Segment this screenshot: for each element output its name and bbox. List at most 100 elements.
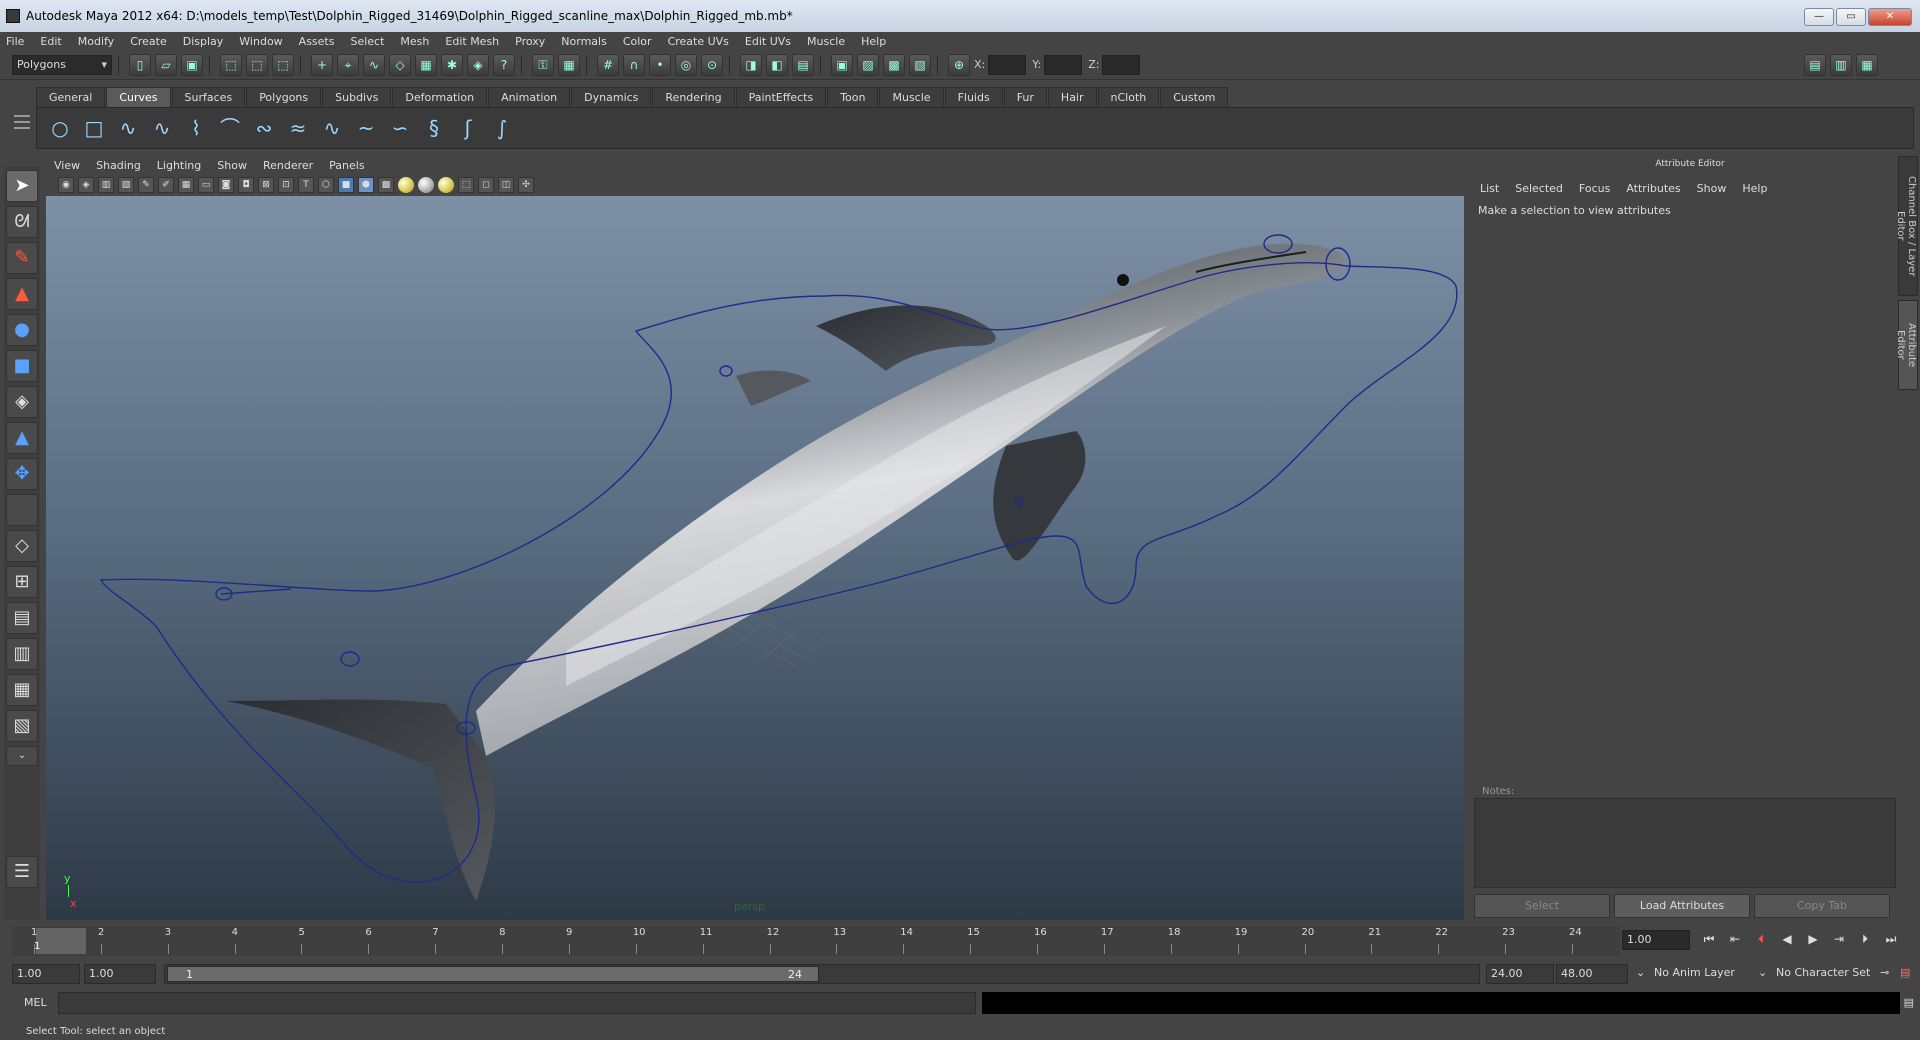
show-tool-settings-icon[interactable]: ▥ (1830, 54, 1852, 76)
menu-set-select[interactable]: Polygons (12, 54, 112, 75)
tool-box-collapse-icon[interactable]: ☰ (6, 856, 38, 888)
two-d-pan-zoom-icon[interactable]: ✎ (138, 177, 154, 193)
last-tool-icon[interactable] (6, 494, 38, 526)
menu-select[interactable]: Select (350, 35, 384, 48)
attr-menu-show[interactable]: Show (1697, 182, 1727, 195)
select-hierarchy-icon[interactable]: ⬚ (220, 53, 242, 76)
go-to-end-icon[interactable]: ⏭ (1878, 932, 1904, 947)
shelf-tab-dynamics[interactable]: Dynamics (571, 87, 652, 107)
attach-curves-icon[interactable]: ∾ (249, 113, 279, 143)
pencil-curve-tool-icon[interactable]: ⌇ (181, 113, 211, 143)
select-button[interactable]: Select (1474, 894, 1610, 918)
high-quality-lighting-icon[interactable] (438, 177, 454, 193)
film-gate-icon[interactable]: ▭ (198, 177, 214, 193)
shelf-menu-handle[interactable] (14, 115, 30, 145)
select-tool-icon[interactable]: ➤ (6, 170, 38, 202)
offset-curve-icon[interactable]: ∽ (385, 113, 415, 143)
insert-knot-icon[interactable]: ∿ (317, 113, 347, 143)
construction-history-icon[interactable]: ▤ (792, 53, 814, 76)
panel-menu-panels[interactable]: Panels (329, 159, 364, 172)
cv-curve-tool-icon[interactable]: ∿ (113, 113, 143, 143)
minimize-button[interactable]: — (1804, 8, 1834, 26)
grease-pencil-icon[interactable]: ✐ (158, 177, 174, 193)
panel-menu-lighting[interactable]: Lighting (157, 159, 201, 172)
shelf-tab-muscle[interactable]: Muscle (879, 87, 944, 107)
attr-menu-help[interactable]: Help (1742, 182, 1767, 195)
universal-manipulator-icon[interactable]: ◈ (6, 386, 38, 418)
perspective-viewport[interactable]: y x persp (46, 196, 1464, 920)
mask-surfaces-icon[interactable]: ◇ (389, 53, 411, 76)
scale-tool-icon[interactable]: ■ (6, 350, 38, 382)
gate-mask-icon[interactable]: ◘ (238, 177, 254, 193)
dolphin-dorsal-fin[interactable] (816, 305, 996, 371)
playback-end-field[interactable]: 24.00 (1486, 964, 1554, 984)
extend-curve-icon[interactable]: ~ (351, 113, 381, 143)
menu-color[interactable]: Color (623, 35, 652, 48)
move-tool-icon[interactable]: ▲ (6, 278, 38, 310)
shelf-tab-ncloth[interactable]: nCloth (1097, 87, 1160, 107)
menu-modify[interactable]: Modify (78, 35, 114, 48)
hypershade-persp-layout-icon[interactable]: ▦ (6, 674, 38, 706)
single-perspective-layout-icon[interactable]: ◇ (6, 530, 38, 562)
menu-window[interactable]: Window (239, 35, 282, 48)
shelf-tab-hair[interactable]: Hair (1047, 87, 1097, 107)
menu-help[interactable]: Help (861, 35, 886, 48)
paint-select-tool-icon[interactable]: ✎ (6, 242, 38, 274)
animation-preferences-icon[interactable]: ▤ (1900, 966, 1910, 979)
layout-menu-icon[interactable]: ⌄ (6, 746, 38, 766)
anim-layer-dropdown-arrow[interactable]: ⌄ (1636, 966, 1645, 979)
menu-display[interactable]: Display (183, 35, 224, 48)
dolphin-pectoral-fin[interactable] (993, 431, 1086, 561)
mask-misc-icon[interactable]: ? (493, 53, 515, 76)
ep-curve-tool-icon[interactable]: ∿ (147, 113, 177, 143)
menu-mesh[interactable]: Mesh (400, 35, 429, 48)
shelf-tab-general[interactable]: General (36, 87, 106, 107)
anim-layer-label[interactable]: No Anim Layer (1654, 966, 1735, 979)
y-field[interactable] (1044, 54, 1083, 75)
rebuild-curve-icon[interactable]: § (419, 113, 449, 143)
make-live-icon[interactable]: ⊙ (701, 53, 723, 76)
shelf-tab-deformation[interactable]: Deformation (392, 87, 488, 107)
snap-view-plane-icon[interactable]: ◎ (675, 53, 697, 76)
mask-joints-icon[interactable]: ⌖ (337, 53, 359, 76)
safe-action-icon[interactable]: ⊡ (278, 177, 294, 193)
mask-rendering-icon[interactable]: ◈ (467, 53, 489, 76)
step-back-frame-icon[interactable]: ⏴ (1748, 932, 1774, 947)
shelf-tab-painteffects[interactable]: PaintEffects (735, 87, 827, 107)
animation-end-field[interactable]: 48.00 (1556, 964, 1628, 984)
panel-menu-view[interactable]: View (54, 159, 80, 172)
attr-menu-focus[interactable]: Focus (1579, 182, 1610, 195)
dolphin-far-fin[interactable] (736, 370, 811, 406)
animation-start-field[interactable]: 1.00 (12, 964, 80, 984)
step-forward-frame-icon[interactable]: ⏵ (1852, 932, 1878, 947)
mask-dynamics-icon[interactable]: ✱ (441, 53, 463, 76)
panel-menu-show[interactable]: Show (217, 159, 247, 172)
circle-curve-icon[interactable]: ○ (45, 113, 75, 143)
save-scene-icon[interactable]: ▣ (181, 53, 203, 76)
attribute-editor-tab[interactable]: Attribute Editor (1895, 300, 1918, 390)
open-scene-icon[interactable]: ▱ (155, 53, 177, 76)
image-plane-icon[interactable]: ▧ (118, 177, 134, 193)
square-curve-icon[interactable]: □ (79, 113, 109, 143)
show-attribute-editor-icon[interactable]: ▤ (1804, 54, 1826, 76)
command-language-label[interactable]: MEL (24, 996, 47, 1009)
new-scene-icon[interactable]: ▯ (129, 53, 151, 76)
add-points-tool-icon[interactable]: ʃ (453, 113, 483, 143)
snap-curve-icon[interactable]: ∩ (623, 53, 645, 76)
menu-proxy[interactable]: Proxy (515, 35, 545, 48)
lasso-tool-icon[interactable]: ᘛ (6, 206, 38, 238)
shelf-tab-fur[interactable]: Fur (1003, 87, 1047, 107)
mask-handles-icon[interactable]: + (311, 53, 333, 76)
show-channel-box-icon[interactable]: ▦ (1856, 54, 1878, 76)
render-view-icon[interactable]: ▣ (831, 53, 853, 76)
z-field[interactable] (1102, 54, 1141, 75)
character-set-dropdown-arrow[interactable]: ⌄ (1758, 966, 1767, 979)
load-attributes-button[interactable]: Load Attributes (1614, 894, 1750, 918)
four-view-layout-icon[interactable]: ⊞ (6, 566, 38, 598)
select-object-icon[interactable]: ⬚ (246, 53, 268, 76)
menu-assets[interactable]: Assets (299, 35, 335, 48)
copy-tab-button[interactable]: Copy Tab (1754, 894, 1890, 918)
attr-menu-attributes[interactable]: Attributes (1626, 182, 1680, 195)
range-slider-thumb[interactable]: 1 24 (167, 966, 819, 982)
soft-modification-icon[interactable]: ▲ (6, 422, 38, 454)
